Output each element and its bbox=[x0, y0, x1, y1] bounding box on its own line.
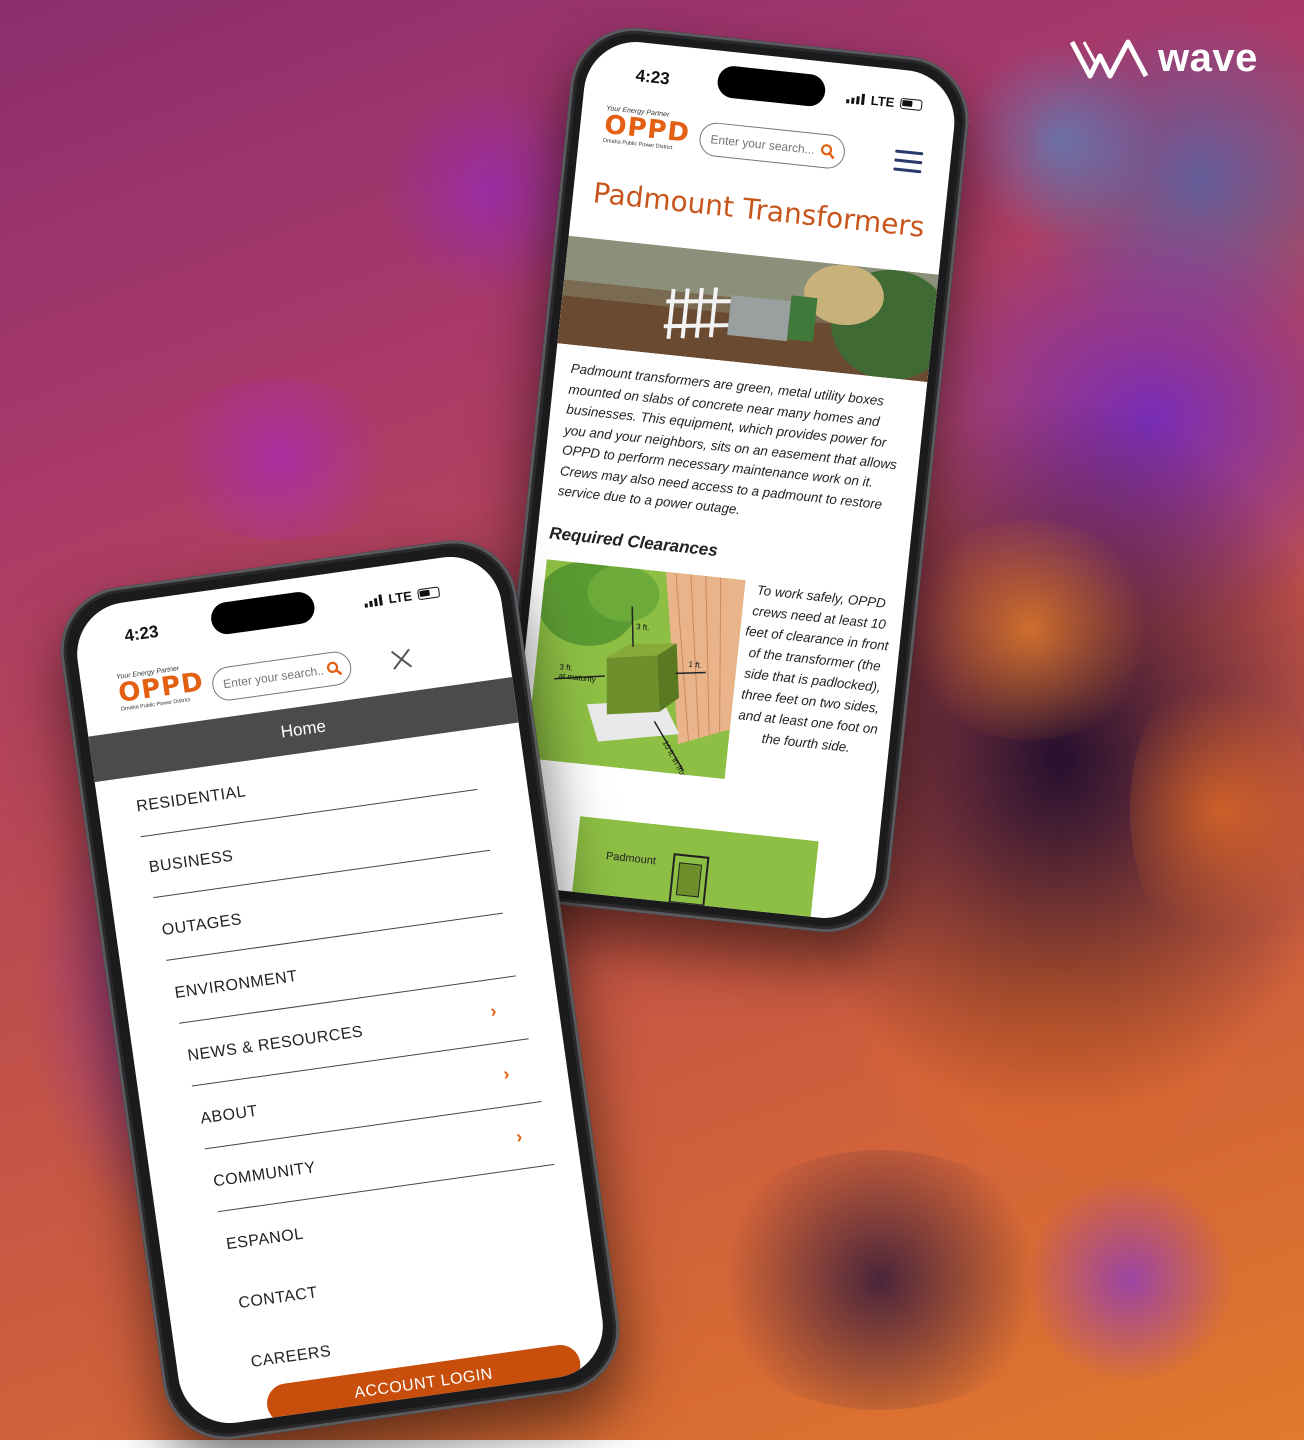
search-input[interactable] bbox=[220, 661, 328, 693]
diagram-label-right: 1 ft. bbox=[688, 660, 702, 670]
menu-item-outages[interactable]: OUTAGES bbox=[161, 911, 243, 940]
network-label: LTE bbox=[387, 588, 413, 607]
oppd-logo[interactable]: Your Energy Partner OPPD Omaha Public Po… bbox=[602, 105, 691, 153]
battery-icon bbox=[899, 97, 923, 112]
menu-item-residential[interactable]: RESIDENTIAL bbox=[135, 783, 247, 816]
home-label: Home bbox=[279, 716, 328, 742]
hamburger-menu-icon[interactable] bbox=[893, 149, 924, 179]
wave-wordmark: wave bbox=[1158, 36, 1258, 80]
search-field[interactable] bbox=[697, 121, 847, 171]
intro-paragraph: Padmount transformers are green, metal u… bbox=[557, 360, 898, 518]
menu-item-community[interactable]: COMMUNITY bbox=[212, 1159, 317, 1191]
menu-item-espanol[interactable]: ESPANOL bbox=[225, 1226, 305, 1255]
menu-item-news-resources[interactable]: NEWS & RESOURCES bbox=[187, 1023, 365, 1065]
chevron-right-icon[interactable]: › bbox=[515, 1126, 524, 1148]
menu-item-environment[interactable]: ENVIRONMENT bbox=[174, 968, 299, 1003]
clearance-diagram: 3 ft. 1 ft. 3 ft. at maturity 10 ft. in … bbox=[525, 559, 746, 779]
padmount-photo bbox=[557, 235, 939, 383]
padmount-diagram-2: Padmount bbox=[570, 816, 819, 924]
menu-item-about[interactable]: ABOUT bbox=[199, 1103, 259, 1129]
search-icon[interactable] bbox=[819, 143, 837, 161]
menu-screen[interactable]: 4:23 LTE Your Energy Partner OPPD Omaha … bbox=[70, 550, 610, 1430]
close-icon[interactable] bbox=[389, 647, 414, 672]
signal-icon bbox=[846, 92, 866, 105]
oppd-logo[interactable]: Your Energy Partner OPPD Omaha Public Po… bbox=[116, 662, 206, 712]
network-label: LTE bbox=[870, 92, 896, 111]
search-field[interactable] bbox=[210, 649, 354, 703]
search-icon[interactable] bbox=[325, 660, 343, 678]
menu-item-contact[interactable]: CONTACT bbox=[237, 1284, 318, 1313]
page-title: Padmount Transformers bbox=[591, 176, 927, 244]
article-screen[interactable]: 4:23 LTE Your Energy Partner OPPD Omaha … bbox=[500, 36, 960, 924]
status-time: 4:23 bbox=[123, 621, 160, 646]
wave-brand-logo: wave bbox=[1070, 36, 1258, 81]
chevron-right-icon[interactable]: › bbox=[502, 1063, 511, 1085]
menu-item-business[interactable]: BUSINESS bbox=[148, 848, 235, 878]
diagram-label-top: 3 ft. bbox=[636, 622, 650, 632]
chevron-right-icon[interactable]: › bbox=[489, 1001, 498, 1023]
wave-logo-icon bbox=[1070, 39, 1148, 78]
search-input[interactable] bbox=[707, 130, 821, 159]
section-heading: Required Clearances bbox=[548, 523, 719, 561]
menu-item-careers[interactable]: CAREERS bbox=[250, 1343, 333, 1372]
signal-icon bbox=[364, 594, 384, 608]
battery-icon bbox=[416, 586, 441, 601]
clearance-paragraph: To work safely, OPPD crews need at least… bbox=[737, 582, 890, 755]
status-time: 4:23 bbox=[634, 65, 671, 89]
